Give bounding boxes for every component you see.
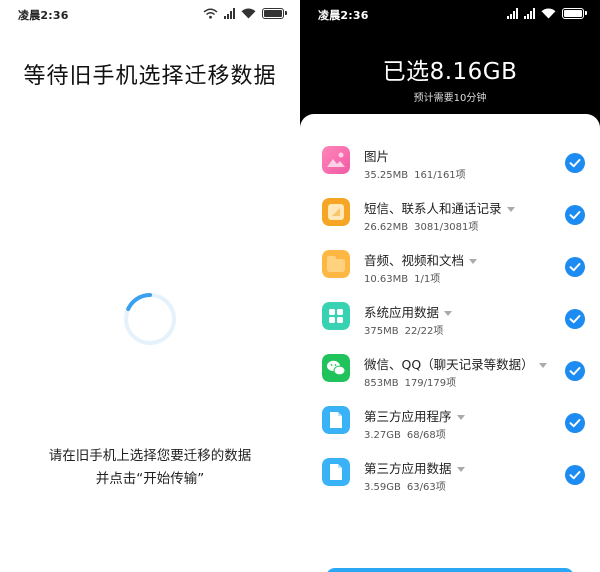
wechat-icon [322,354,350,382]
checked-icon[interactable] [565,153,585,173]
list-item-wechat-qq[interactable]: 微信、QQ（聊天记录等数据） 853MB 179/179项 [300,344,600,396]
item-name: 短信、联系人和通话记录 [364,198,515,217]
status-time: 凌晨2:36 [318,9,369,22]
item-meta: 35.25MB 161/161项 [364,170,466,181]
expand-caret-icon[interactable] [456,415,465,420]
hotspot-icon [203,8,218,19]
page-title: 等待旧手机选择迁移数据 [23,64,277,89]
expand-caret-icon[interactable] [444,311,453,316]
checked-icon[interactable] [565,361,585,381]
list-item-third-party-apps[interactable]: 第三方应用程序 3.27GB 68/68项 [300,396,600,448]
instruction-line-1: 请在旧手机上选择您要迁移的数据 [48,448,252,464]
item-name: 第三方应用数据 [364,458,465,477]
signal-icon [507,7,518,19]
item-name: 系统应用数据 [364,302,453,321]
media-documents-icon [322,250,350,278]
expand-caret-icon[interactable] [506,207,515,212]
list-item-third-party-data[interactable]: 第三方应用数据 3.59GB 63/63项 [300,448,600,500]
status-bar: 凌晨2:36 [0,0,300,28]
start-transfer-button[interactable] [326,568,574,572]
item-meta: 853MB 179/179项 [364,378,457,389]
third-party-apps-icon [322,406,350,434]
item-meta: 3.59GB 63/63项 [364,482,446,493]
wifi-icon [541,8,556,18]
item-name: 图片 [364,149,390,164]
list-item-photos[interactable]: 图片 35.25MB 161/161项 [300,136,600,188]
data-category-list: 图片 35.25MB 161/161项 短信、联系人和通话记录 26.62MB 30… [300,114,600,572]
battery-icon [562,7,587,19]
battery-icon [262,7,287,19]
status-icons [203,6,287,20]
status-time: 凌晨2:36 [18,9,69,22]
item-name: 音频、视频和文档 [364,250,478,269]
expand-caret-icon[interactable] [456,467,465,472]
system-apps-icon [322,302,350,330]
checked-icon[interactable] [565,413,585,433]
instruction-line-2: 并点击“开始传输” [95,471,205,487]
signal-icon-2 [524,7,535,19]
left-phone-screen: 凌晨2:36 等待旧手机选择迁移数据 请在旧手机上选择您要迁移的数据 并点击“开… [0,0,300,572]
wifi-icon [241,8,256,18]
checked-icon[interactable] [565,257,585,277]
status-bar: 凌晨2:36 [300,0,600,28]
photos-icon [322,146,350,174]
estimated-time-text: 预计需要10分钟 [413,93,487,104]
instruction-text: 请在旧手机上选择您要迁移的数据 并点击“开始传输” [0,445,300,491]
selected-size-title: 已选8.16GB [382,59,518,85]
item-meta: 10.63MB 1/1项 [364,274,441,285]
status-icons [507,6,587,20]
checked-icon[interactable] [565,465,585,485]
expand-caret-icon[interactable] [538,363,547,368]
expand-caret-icon[interactable] [469,259,478,264]
item-name: 微信、QQ（聊天记录等数据） [364,354,547,373]
messages-contacts-icon [322,198,350,226]
checked-icon[interactable] [565,205,585,225]
item-meta: 26.62MB 3081/3081项 [364,222,479,233]
list-item-media-documents[interactable]: 音频、视频和文档 10.63MB 1/1项 [300,240,600,292]
right-phone-screen: 凌晨2:36 已选8.16GB 预计需要10分钟 图片 35.25MB 161/… [300,0,600,572]
list-item-messages-contacts[interactable]: 短信、联系人和通话记录 26.62MB 3081/3081项 [300,188,600,240]
third-party-data-icon [322,458,350,486]
loading-spinner-icon [124,293,176,345]
item-name: 第三方应用程序 [364,406,465,425]
item-meta: 3.27GB 68/68项 [364,430,446,441]
list-item-system-apps[interactable]: 系统应用数据 375MB 22/22项 [300,292,600,344]
checked-icon[interactable] [565,309,585,329]
signal-icon [224,7,235,19]
item-meta: 375MB 22/22项 [364,326,444,337]
